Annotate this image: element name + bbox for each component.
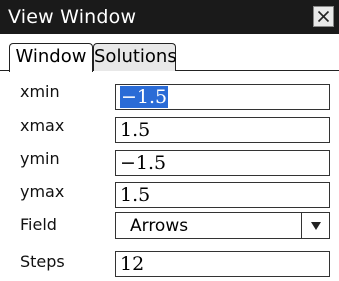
xmax-value: 1.5 (120, 119, 151, 141)
field-dropdown-value: Arrows (130, 216, 189, 236)
ymin-label: ymin (20, 149, 60, 168)
chevron-down-icon (310, 221, 321, 230)
ymin-field[interactable]: −1.5 (115, 150, 330, 176)
ymax-field[interactable]: 1.5 (115, 182, 330, 208)
tab-window[interactable]: Window (9, 43, 93, 72)
xmin-label: xmin (20, 82, 60, 101)
window-title: View Window (8, 6, 137, 28)
ymax-label: ymax (20, 182, 65, 201)
field-dropdown-button[interactable] (301, 213, 329, 238)
steps-value: 12 (120, 253, 145, 275)
field-dropdown[interactable]: Arrows (115, 212, 330, 239)
steps-field[interactable]: 12 (115, 251, 330, 277)
xmin-field[interactable]: −1.5 (115, 84, 330, 110)
close-icon (317, 10, 330, 23)
field-label: Field (20, 215, 57, 234)
ymin-value: −1.5 (120, 152, 167, 174)
tab-window-label: Window (15, 46, 87, 67)
xmax-field[interactable]: 1.5 (115, 117, 330, 143)
tab-solutions[interactable]: Solutions (93, 43, 177, 71)
ymax-value: 1.5 (120, 184, 151, 206)
xmin-value: −1.5 (120, 86, 169, 108)
view-window-dialog: View Window Solutions Window xmin −1.5 x… (0, 0, 339, 281)
title-bar: View Window (0, 0, 339, 34)
xmax-label: xmax (20, 116, 65, 135)
tab-solutions-label: Solutions (94, 46, 177, 67)
close-button[interactable] (313, 6, 334, 27)
steps-label: Steps (20, 252, 65, 271)
